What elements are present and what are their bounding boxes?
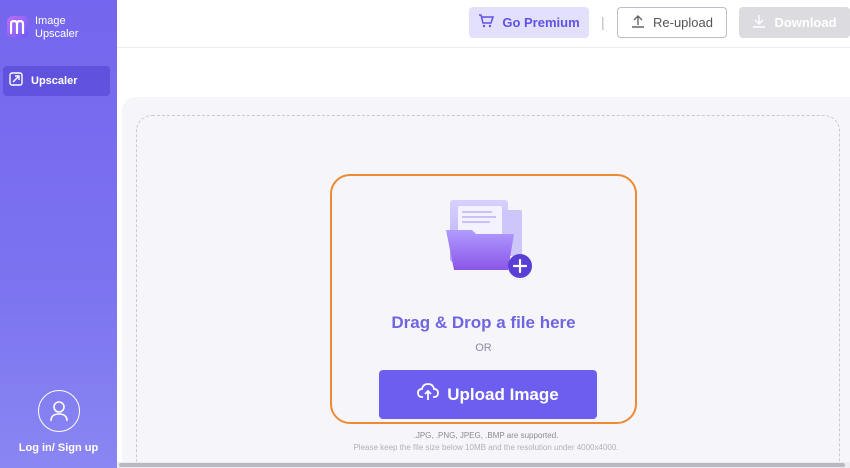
upload-image-button[interactable]: Upload Image [379, 370, 597, 419]
horizontal-scrollbar[interactable] [117, 462, 850, 468]
app-name: Image Upscaler [35, 15, 78, 41]
sidebar-item-label: Upscaler [31, 75, 78, 87]
download-button[interactable]: Download [739, 7, 850, 38]
login-button[interactable]: Log in/ Sign up [0, 390, 117, 454]
user-avatar-icon [37, 390, 80, 432]
upscale-icon [9, 71, 23, 91]
file-size-note: Please keep the file size below 10MB and… [353, 443, 619, 452]
sidebar: Image Upscaler Upscaler Log in/ Sign up [0, 0, 117, 468]
drag-drop-text: Drag & Drop a file here [391, 313, 576, 332]
go-premium-button[interactable]: Go Premium [469, 7, 589, 38]
download-icon [752, 14, 766, 31]
scrollbar-thumb[interactable] [119, 463, 845, 467]
app-name-line2: Upscaler [35, 28, 79, 40]
upload-image-label: Upload Image [447, 384, 559, 404]
or-text: OR [475, 342, 492, 354]
toolbar-separator: | [601, 14, 605, 30]
folder-icon [442, 196, 538, 285]
upload-arrow-icon [631, 14, 645, 31]
re-upload-label: Re-upload [653, 15, 713, 30]
cart-icon [478, 14, 495, 31]
app-logo[interactable]: Image Upscaler [7, 15, 78, 41]
sidebar-item-upscaler[interactable]: Upscaler [3, 66, 110, 96]
supported-formats-text: .JPG, .PNG, JPEG, .BMP are supported. [413, 431, 559, 440]
logo-icon [7, 16, 29, 38]
upload-card[interactable]: Drag & Drop a file here OR Upload Image [330, 174, 637, 424]
cloud-upload-icon [417, 383, 440, 406]
download-label: Download [774, 15, 837, 30]
main-content: Drag & Drop a file here OR Upload Image … [122, 97, 850, 468]
top-toolbar: Go Premium | Re-upload Download [117, 0, 850, 48]
app-name-line1: Image [35, 15, 66, 27]
re-upload-button[interactable]: Re-upload [617, 7, 727, 38]
go-premium-label: Go Premium [502, 15, 580, 30]
login-label: Log in/ Sign up [18, 442, 99, 454]
